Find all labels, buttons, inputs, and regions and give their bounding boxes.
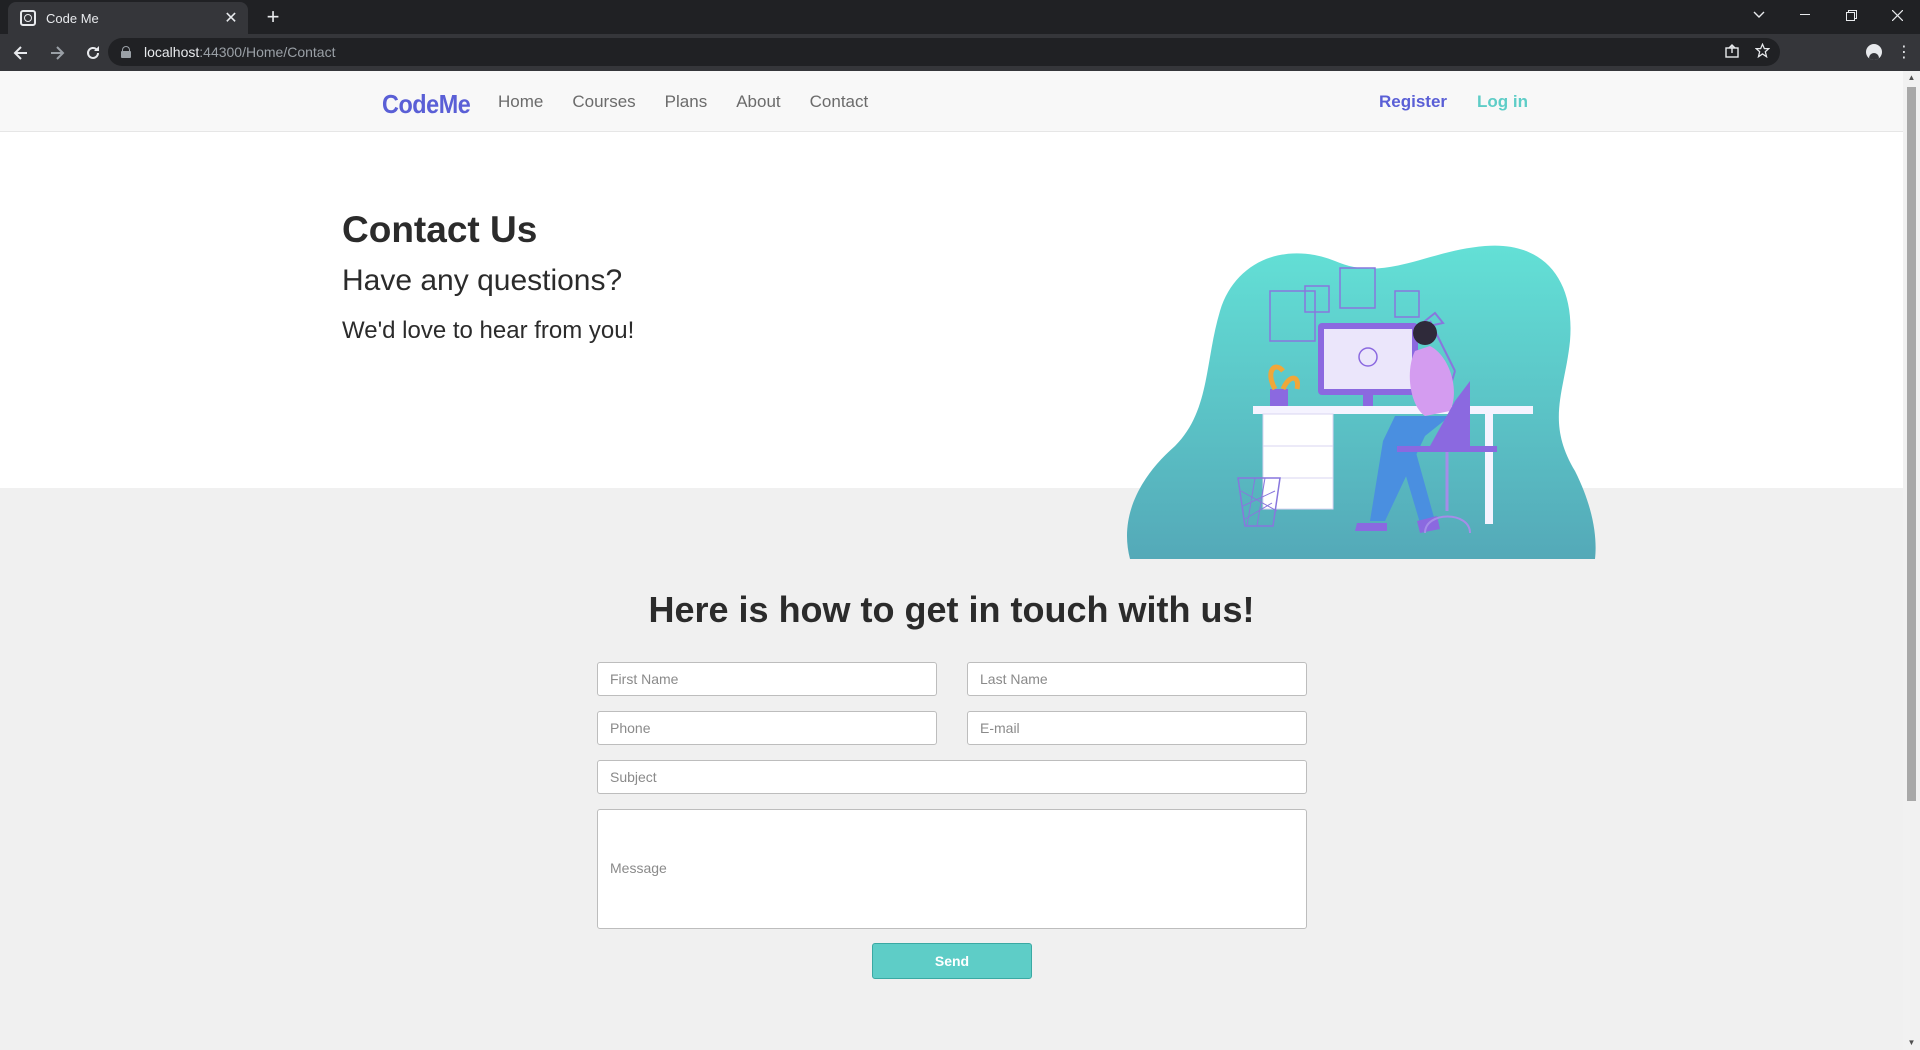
- site-logo[interactable]: CodeMe: [382, 89, 471, 120]
- favicon-icon: [20, 10, 36, 26]
- page-scrollbar[interactable]: ▲ ▼: [1903, 71, 1920, 1050]
- nav-plans[interactable]: Plans: [665, 92, 708, 112]
- scroll-down-icon[interactable]: ▼: [1903, 1036, 1920, 1050]
- url-path: :44300/Home/Contact: [199, 44, 336, 60]
- lock-icon[interactable]: [120, 46, 132, 58]
- register-link[interactable]: Register: [1379, 92, 1447, 112]
- window-controls: [1736, 0, 1920, 30]
- login-link[interactable]: Log in: [1477, 92, 1528, 112]
- scroll-thumb[interactable]: [1907, 87, 1916, 801]
- profile-icon[interactable]: [1866, 44, 1882, 60]
- reload-icon[interactable]: [78, 38, 108, 68]
- page-viewport: CodeMe Home Courses Plans About Contact …: [0, 71, 1920, 1050]
- main-nav: Home Courses Plans About Contact: [498, 71, 897, 132]
- browser-tab-bar: Code Me ✕ +: [0, 0, 1920, 34]
- star-icon[interactable]: [1754, 42, 1771, 61]
- url-host: localhost: [144, 44, 200, 60]
- auth-links: Register Log in: [1379, 71, 1528, 132]
- nav-about[interactable]: About: [736, 92, 780, 112]
- hero-subtitle: Have any questions?: [342, 264, 623, 297]
- tab-title: Code Me: [46, 10, 99, 26]
- hero-tagline: We'd love to hear from you!: [342, 317, 635, 344]
- send-button[interactable]: Send: [872, 943, 1032, 979]
- close-icon[interactable]: [1874, 0, 1920, 30]
- phone-field[interactable]: [597, 711, 937, 745]
- tab-close-icon[interactable]: ✕: [222, 8, 240, 28]
- scroll-up-icon[interactable]: ▲: [1903, 71, 1920, 85]
- site-navbar: CodeMe Home Courses Plans About Contact …: [0, 71, 1903, 132]
- message-field[interactable]: [597, 809, 1307, 929]
- contact-illustration: [1127, 245, 1596, 559]
- first-name-field[interactable]: [597, 662, 937, 696]
- last-name-field[interactable]: [967, 662, 1307, 696]
- address-bar[interactable]: localhost:44300/Home/Contact: [108, 38, 1780, 66]
- back-arrow-icon[interactable]: [6, 38, 36, 68]
- new-tab-button[interactable]: +: [260, 4, 286, 30]
- forward-arrow-icon[interactable]: [42, 38, 72, 68]
- contact-heading: Here is how to get in touch with us!: [648, 589, 1255, 630]
- browser-toolbar: localhost:44300/Home/Contact ⋮: [0, 34, 1920, 71]
- nav-home[interactable]: Home: [498, 92, 543, 112]
- nav-contact[interactable]: Contact: [810, 92, 869, 112]
- browser-tab[interactable]: Code Me ✕: [8, 2, 248, 34]
- chevron-down-icon[interactable]: [1736, 0, 1782, 30]
- nav-courses[interactable]: Courses: [572, 92, 635, 112]
- minimize-icon[interactable]: [1782, 0, 1828, 30]
- page-title: Contact Us: [342, 209, 538, 250]
- share-icon[interactable]: [1725, 43, 1739, 61]
- subject-field[interactable]: [597, 760, 1307, 794]
- restore-icon[interactable]: [1828, 0, 1874, 30]
- kebab-menu-icon[interactable]: ⋮: [1896, 42, 1912, 62]
- email-field[interactable]: [967, 711, 1307, 745]
